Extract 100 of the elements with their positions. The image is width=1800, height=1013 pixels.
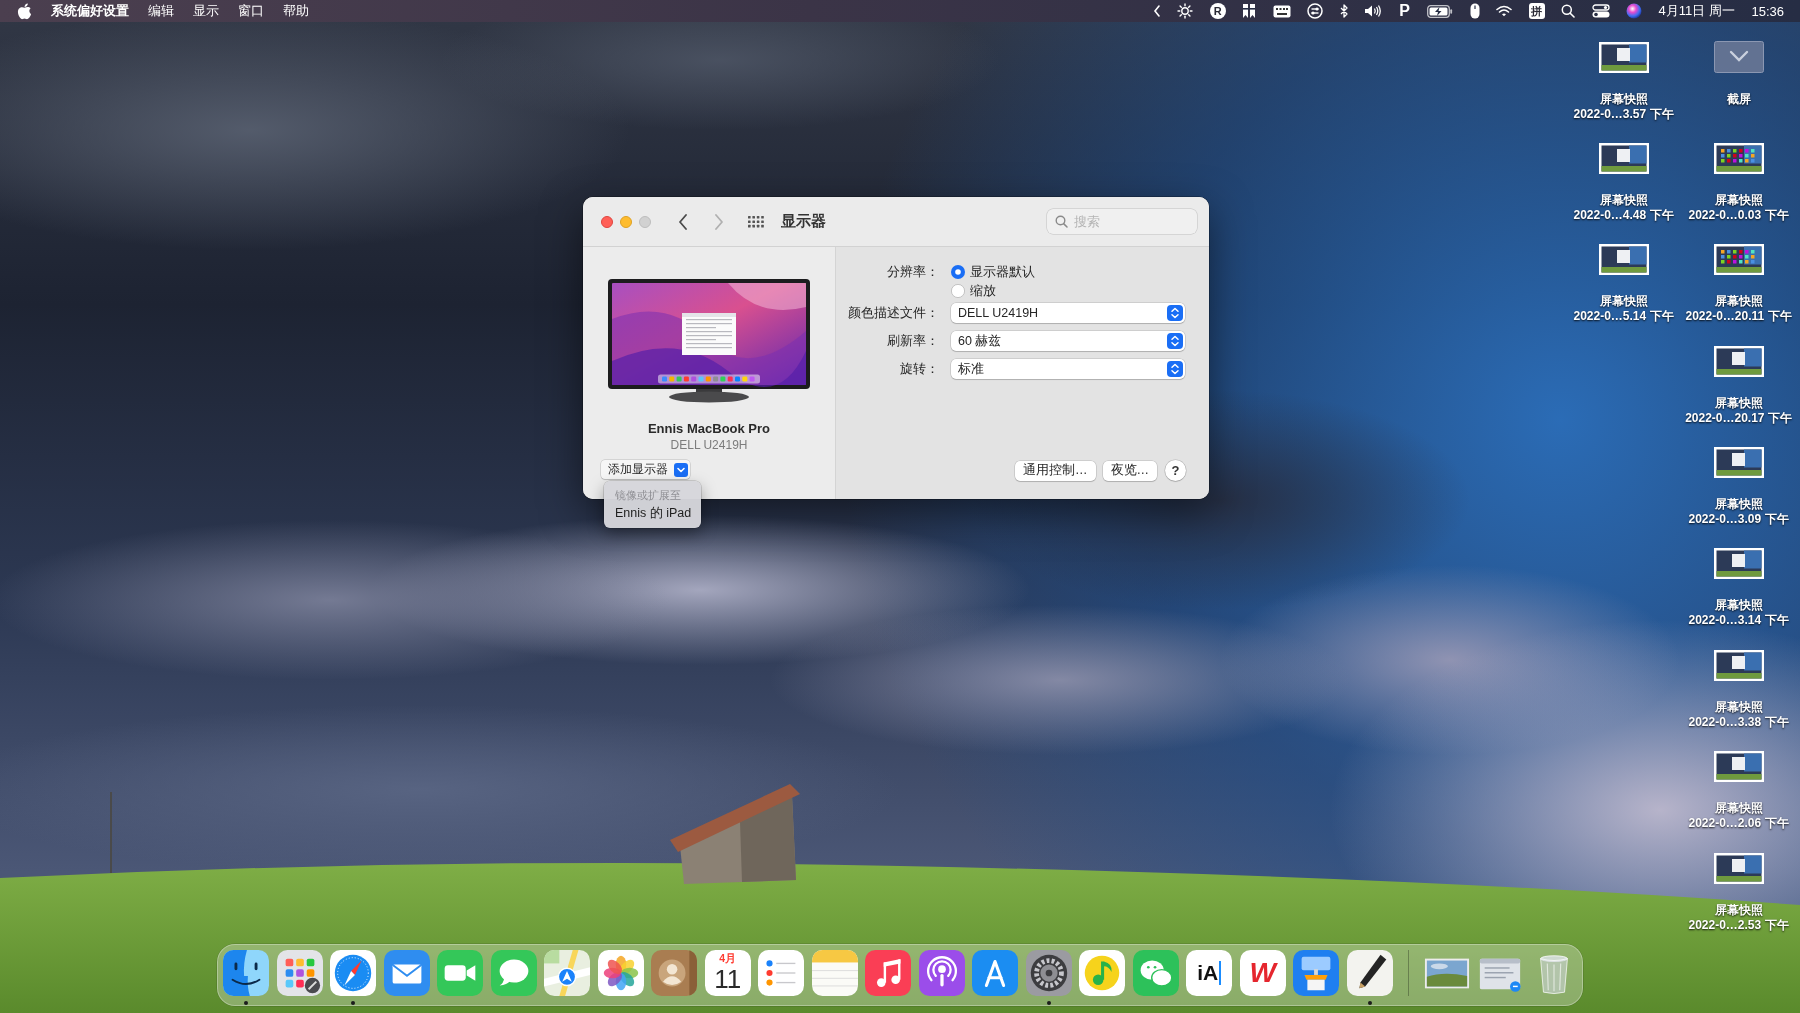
field-label: 旋转：: [899, 360, 939, 378]
calendar-icon[interactable]: 4月 11: [704, 950, 751, 996]
menu-item[interactable]: 编辑: [148, 2, 174, 20]
radio-button[interactable]: [951, 284, 965, 298]
file-name-label: 截屏: [1726, 91, 1751, 107]
screenshot-thumbnail[interactable]: [1598, 244, 1649, 276]
bluetooth-icon[interactable]: [1339, 4, 1348, 18]
file-name-label: 屏幕快照: [1714, 598, 1763, 614]
menu-header: 镜像或扩展至: [614, 488, 682, 503]
chevron-left-icon[interactable]: [678, 213, 688, 230]
file-name-label: 屏幕快照: [1714, 902, 1763, 918]
apple-menu-icon[interactable]: [17, 2, 32, 20]
letter-a-icon[interactable]: [972, 950, 1019, 996]
file-name-label: 屏幕快照: [1714, 497, 1763, 513]
search-icon[interactable]: [1561, 4, 1576, 18]
screenshot-thumbnail[interactable]: [1598, 41, 1649, 73]
file-date-label: 2022-0…0.03 下午: [1688, 207, 1789, 223]
screenshot-thumbnail[interactable]: [1713, 548, 1764, 580]
toggle-switches-icon[interactable]: [1591, 4, 1610, 18]
file-name-label: 屏幕快照: [1714, 294, 1763, 310]
smiling-face-icon[interactable]: [223, 950, 270, 996]
music-note-circle-icon[interactable]: [1079, 950, 1126, 996]
screenshot-thumbnail[interactable]: [1713, 244, 1764, 276]
file-date-label: 2022-0…2.53 下午: [1688, 917, 1789, 933]
input-source-icon[interactable]: 拼: [1528, 3, 1545, 19]
w-logo-icon[interactable]: W: [1239, 950, 1286, 996]
radio-label[interactable]: 显示器默认: [970, 263, 1035, 281]
field-label: 刷新率：: [886, 332, 939, 350]
mouse-icon[interactable]: [1469, 3, 1480, 19]
color-orb-icon[interactable]: [1626, 3, 1643, 19]
file-name-label: 屏幕快照: [1714, 192, 1763, 208]
file-name-label: 屏幕快照: [1714, 395, 1763, 411]
screenshot-thumbnail[interactable]: [1713, 142, 1764, 174]
stepper-icon: [1167, 361, 1183, 377]
sun-icon[interactable]: [1177, 3, 1194, 19]
folder-icon[interactable]: [1713, 41, 1764, 73]
file-date-label: 2022-0…3.38 下午: [1688, 714, 1789, 730]
close-icon[interactable]: [601, 215, 613, 228]
screenshot-thumbnail[interactable]: [1713, 751, 1764, 783]
compass-icon[interactable]: [330, 950, 377, 996]
flower-icon[interactable]: [597, 950, 644, 996]
screenshot-thumbnail[interactable]: [1598, 142, 1649, 174]
menu-item[interactable]: 帮助: [283, 2, 309, 20]
sliders-circle-icon[interactable]: [1307, 3, 1324, 19]
battery-charging-icon[interactable]: [1427, 4, 1454, 18]
popup-button[interactable]: DELL U2419H: [951, 303, 1185, 323]
file-date-label: 2022-0…3.14 下午: [1688, 613, 1789, 629]
grid-icon[interactable]: [748, 215, 764, 228]
speaker-icon[interactable]: [1364, 4, 1383, 18]
file-date-label: 2022-0…2.06 下午: [1688, 816, 1789, 832]
menu-bar-date[interactable]: 4月11日 周一: [1658, 2, 1735, 20]
file-name-label: 屏幕快照: [1714, 699, 1763, 715]
field-label: 分辨率：: [886, 263, 939, 281]
file-date-label: 2022-0…20.17 下午: [1685, 410, 1792, 426]
add-display-button[interactable]: 添加显示器: [601, 460, 690, 479]
window-title: 显示器: [781, 212, 826, 231]
wifi-icon[interactable]: [1496, 5, 1513, 17]
radio-label[interactable]: 缩放: [970, 282, 996, 300]
search-field[interactable]: 搜索: [1047, 209, 1197, 234]
menu-item[interactable]: 窗口: [238, 2, 264, 20]
podcast-icon[interactable]: [918, 950, 965, 996]
popup-button[interactable]: 60 赫兹: [951, 331, 1185, 351]
menu-item[interactable]: 显示: [193, 2, 219, 20]
popup-button[interactable]: 标准: [951, 359, 1185, 379]
letter-r-icon[interactable]: R: [1209, 3, 1226, 19]
gear-icon[interactable]: [1025, 950, 1072, 996]
menu-bar-clock[interactable]: 15:36: [1751, 3, 1784, 19]
podium-icon[interactable]: [1293, 950, 1340, 996]
keyboard-icon[interactable]: [1272, 4, 1291, 18]
screenshot-thumbnail[interactable]: [1713, 345, 1764, 377]
display-name: Ennis MacBook Pro: [647, 421, 771, 437]
file-date-label: 2022-0…3.57 下午: [1573, 106, 1674, 122]
stepper-icon: [1167, 333, 1183, 349]
address-book-icon[interactable]: [651, 950, 698, 996]
radio-button[interactable]: [951, 265, 965, 279]
file-date-label: 2022-0…3.09 下午: [1688, 512, 1789, 528]
file-date-label: 2022-0…5.14 下午: [1573, 309, 1674, 325]
app-grid-icon[interactable]: [276, 950, 323, 996]
checklist-icon[interactable]: [758, 950, 805, 996]
screenshot-thumbnail[interactable]: [1713, 649, 1764, 681]
field-label: 颜色描述文件：: [847, 304, 939, 322]
bookmark-icon[interactable]: [1242, 3, 1257, 19]
file-name-label: 屏幕快照: [1599, 91, 1648, 107]
settings-button[interactable]: 夜览…: [1102, 460, 1157, 481]
display-model: DELL U2419H: [670, 437, 748, 453]
chevron-down-icon: [674, 462, 688, 477]
screenshot-thumbnail[interactable]: [1713, 447, 1764, 479]
envelope-icon[interactable]: [383, 950, 430, 996]
search-icon: [1055, 215, 1068, 228]
screenshot-thumbnail[interactable]: [1713, 852, 1764, 884]
writing-app-icon[interactable]: iA: [1186, 950, 1233, 996]
menu-item[interactable]: Ennis 的 iPad: [604, 503, 701, 523]
app-menu[interactable]: 系统偏好设置: [51, 2, 129, 20]
file-date-label: 2022-0…4.48 下午: [1573, 207, 1674, 223]
music-note-icon[interactable]: [865, 950, 912, 996]
settings-button[interactable]: 通用控制…: [1015, 460, 1096, 481]
pen-icon[interactable]: [1346, 950, 1393, 996]
file-name-label: 屏幕快照: [1714, 801, 1763, 817]
map-icon[interactable]: [544, 950, 591, 996]
help-button[interactable]: ?: [1165, 460, 1186, 481]
